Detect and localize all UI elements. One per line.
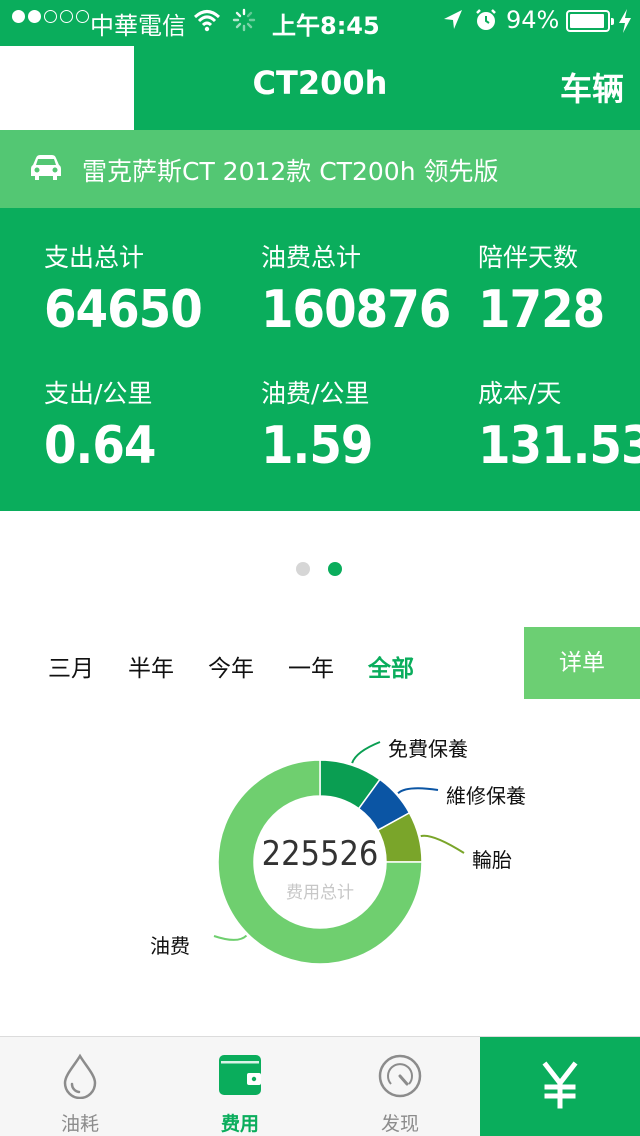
donut-leader-line-1 bbox=[397, 787, 439, 795]
tab-discover[interactable]: 发现 bbox=[320, 1037, 480, 1136]
navigation-bar: CT200h 车辆 bbox=[0, 44, 640, 130]
filter-tab-this-year[interactable]: 今年 bbox=[208, 649, 254, 683]
status-bar: 中華電信 上午8:45 94% bbox=[0, 0, 640, 44]
stat-expense-per-km: 支出/公里 0.64 bbox=[44, 374, 156, 476]
stat-label: 成本/天 bbox=[478, 379, 562, 408]
donut-leader-line-0 bbox=[351, 741, 381, 764]
stat-label: 陪伴天数 bbox=[478, 243, 579, 272]
stat-value: 64650 bbox=[44, 280, 203, 340]
donut-total-label: 费用总计 bbox=[286, 883, 354, 903]
battery-percentage: 94% bbox=[506, 6, 560, 34]
add-expense-button[interactable] bbox=[480, 1037, 640, 1136]
stat-label: 油费/公里 bbox=[261, 379, 370, 408]
legend-label-free-maintenance: 免費保養 bbox=[388, 737, 468, 761]
page-indicator[interactable] bbox=[296, 562, 342, 576]
gauge-icon bbox=[377, 1053, 423, 1103]
tab-label: 费用 bbox=[220, 1113, 259, 1135]
donut-leader-line-3 bbox=[213, 934, 248, 941]
tab-fuel-consumption[interactable]: 油耗 bbox=[0, 1037, 160, 1136]
alarm-clock-icon bbox=[474, 8, 498, 38]
stat-value: 160876 bbox=[261, 280, 451, 340]
stat-total-expense: 支出总计 64650 bbox=[44, 238, 203, 340]
stat-fuel-per-km: 油费/公里 1.59 bbox=[261, 374, 373, 476]
yuan-icon bbox=[540, 1060, 580, 1113]
tab-expenses[interactable]: 费用 bbox=[160, 1037, 320, 1136]
droplet-icon bbox=[60, 1053, 100, 1103]
tab-label: 发现 bbox=[380, 1113, 419, 1135]
battery-icon bbox=[566, 10, 614, 32]
filter-tab-all[interactable]: 全部 bbox=[368, 649, 414, 683]
car-model-name: 雷克萨斯CT 2012款 CT200h 领先版 bbox=[82, 157, 499, 186]
stat-total-fuel: 油费总计 160876 bbox=[261, 238, 451, 340]
donut-total-value: 225526 bbox=[261, 834, 379, 874]
donut-leader-line-2 bbox=[420, 834, 465, 854]
legend-label-tires: 輪胎 bbox=[472, 848, 512, 872]
brand-logo-placeholder bbox=[0, 46, 134, 130]
signal-strength-icon bbox=[12, 10, 89, 23]
page-dot-2[interactable] bbox=[328, 562, 342, 576]
stat-days-owned: 陪伴天数 1728 bbox=[478, 238, 605, 340]
vehicles-button[interactable]: 车辆 bbox=[560, 64, 624, 110]
filter-tab-half-year[interactable]: 半年 bbox=[128, 649, 174, 683]
expense-donut-chart: 225526 费用总计 免費保養 維修保養 輪胎 油费 bbox=[0, 700, 640, 1030]
stat-value: 1728 bbox=[478, 280, 605, 340]
tab-label: 油耗 bbox=[60, 1113, 99, 1135]
carrier-name: 中華電信 bbox=[90, 12, 186, 40]
stat-value: 131.53 bbox=[478, 416, 640, 476]
period-filter: 三月 半年 今年 一年 全部 详单 bbox=[0, 627, 640, 699]
filter-tab-three-months[interactable]: 三月 bbox=[48, 649, 94, 683]
stat-label: 支出总计 bbox=[44, 243, 145, 272]
location-arrow-icon bbox=[442, 8, 464, 38]
stat-value: 0.64 bbox=[44, 416, 156, 476]
legend-label-fuel: 油费 bbox=[150, 934, 190, 958]
wifi-icon bbox=[193, 8, 221, 38]
stat-cost-per-day: 成本/天 131.53 bbox=[478, 374, 640, 476]
car-model-bar[interactable]: 雷克萨斯CT 2012款 CT200h 领先版 bbox=[0, 130, 640, 208]
page-title: CT200h bbox=[252, 64, 388, 102]
stat-label: 油费总计 bbox=[261, 243, 362, 272]
activity-spinner-icon bbox=[232, 8, 256, 38]
stat-value: 1.59 bbox=[261, 416, 373, 476]
wallet-icon bbox=[217, 1053, 263, 1101]
page-dot-1[interactable] bbox=[296, 562, 310, 576]
legend-label-repair-maintenance: 維修保養 bbox=[446, 784, 526, 808]
filter-tab-one-year[interactable]: 一年 bbox=[288, 649, 334, 683]
status-time: 上午8:45 bbox=[272, 12, 380, 40]
charging-bolt-icon bbox=[618, 8, 632, 40]
stat-label: 支出/公里 bbox=[44, 379, 153, 408]
car-icon bbox=[30, 154, 62, 186]
details-button[interactable]: 详单 bbox=[524, 627, 640, 699]
stats-panel: 支出总计 64650 油费总计 160876 陪伴天数 1728 支出/公里 0… bbox=[0, 208, 640, 511]
